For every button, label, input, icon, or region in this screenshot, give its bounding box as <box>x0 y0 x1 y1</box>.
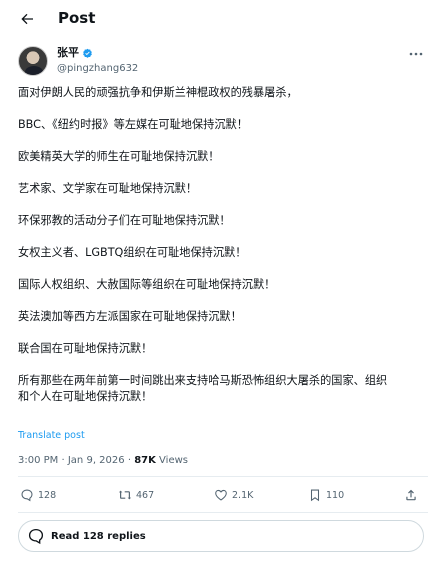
bookmark-count: 110 <box>326 489 345 501</box>
meta-separator: · <box>127 455 131 466</box>
reply-icon <box>21 489 33 502</box>
back-button[interactable] <box>16 8 38 30</box>
post-paragraph: 环保邪教的活动分子们在可耻地保持沉默！ <box>18 214 231 227</box>
avatar[interactable] <box>18 46 48 76</box>
post-paragraph: BBC、《纽约时报》等左媒在可耻地保持沉默！ <box>18 118 248 131</box>
bookmark-button[interactable]: 110 <box>308 488 344 502</box>
post-paragraph: 女权主义者、LGBTQ组织在可耻地保持沉默！ <box>18 246 247 259</box>
post-paragraph: 英法澳加等西方左派国家在可耻地保持沉默！ <box>18 310 242 323</box>
author-name[interactable]: 张平 <box>57 46 93 60</box>
page-title: Post <box>58 9 96 27</box>
repost-count: 467 <box>136 489 155 501</box>
translate-post-link[interactable]: Translate post <box>18 430 85 441</box>
repost-icon <box>118 490 132 500</box>
post-meta: 3:00 PM · Jan 9, 2026 · 87K Views <box>18 455 188 466</box>
post-paragraph: 所有那些在两年前第一时间跳出来支持哈马斯恐怖组织大屠杀的国家、组织 和个人在可耻… <box>18 374 388 403</box>
views-label: Views <box>159 455 188 466</box>
reply-button[interactable]: 128 <box>20 488 56 502</box>
share-icon <box>406 489 416 501</box>
share-button[interactable] <box>404 488 418 502</box>
like-count: 2.1K <box>232 489 254 501</box>
post-date[interactable]: Jan 9, 2026 <box>68 455 125 466</box>
reply-count: 128 <box>38 489 57 501</box>
action-bar: 128 467 2.1K 110 <box>18 488 428 506</box>
post-paragraph: 艺术家、文学家在可耻地保持沉默！ <box>18 182 198 195</box>
views-count: 87K <box>134 455 156 466</box>
like-icon <box>215 489 227 501</box>
repost-button[interactable]: 467 <box>118 488 154 502</box>
divider <box>18 476 428 477</box>
author-handle: @pingzhang632 <box>57 63 139 74</box>
post-text: 面对伊朗人民的顽强抗争和伊斯兰神棍政权的残暴屠杀， BBC、《纽约时报》等左媒在… <box>18 85 428 405</box>
post-paragraph: 国际人权组织、大赦国际等组织在可耻地保持沉默！ <box>18 278 276 291</box>
author-name-text: 张平 <box>57 46 79 59</box>
post-paragraph: 欧美精英大学的师生在可耻地保持沉默！ <box>18 150 220 163</box>
read-replies-label: Read 128 replies <box>51 530 146 542</box>
post-paragraph: 面对伊朗人民的顽强抗争和伊斯兰神棍政权的残暴屠杀， <box>18 86 298 99</box>
divider <box>18 512 428 513</box>
meta-separator: · <box>61 455 65 466</box>
more-icon[interactable] <box>408 48 424 60</box>
back-arrow-icon <box>21 13 33 25</box>
like-button[interactable]: 2.1K <box>214 488 253 502</box>
bookmark-icon <box>310 489 320 502</box>
post-time[interactable]: 3:00 PM <box>18 455 58 466</box>
read-replies-button[interactable]: Read 128 replies <box>18 520 424 552</box>
chat-bubble-icon <box>28 528 44 545</box>
top-bar: Post <box>0 0 442 38</box>
verified-badge-icon <box>83 48 92 58</box>
post-paragraph: 联合国在可耻地保持沉默！ <box>18 342 153 355</box>
